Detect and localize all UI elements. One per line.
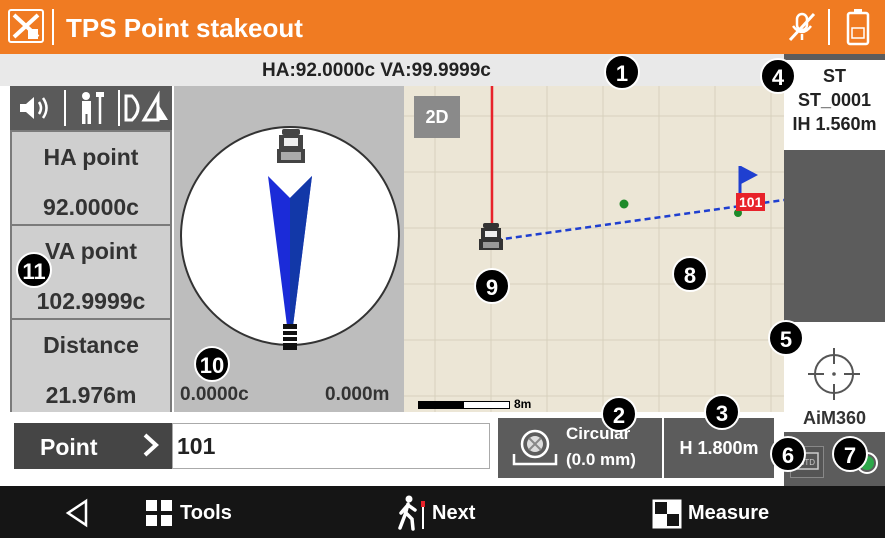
station-name: ST_0001	[797, 90, 872, 110]
callout-badge: 4	[760, 58, 796, 94]
callout-badge: 6	[770, 436, 806, 472]
callout-badge: 3	[704, 394, 740, 430]
tools-button[interactable]: Tools	[180, 502, 232, 525]
direction-arrow-icon	[262, 176, 318, 361]
point-label: Point	[40, 434, 98, 460]
battery-icon[interactable]	[846, 8, 870, 51]
tools-grid-icon[interactable]	[145, 499, 173, 532]
callout-badge: 10	[194, 346, 230, 382]
icon-divider	[118, 90, 120, 126]
surveyor-icon[interactable]	[72, 90, 112, 131]
distance-box: Distance 21.976m	[10, 318, 172, 414]
measure-button[interactable]: Measure	[688, 502, 769, 525]
chevron-right-icon	[142, 430, 160, 466]
callout-badge: 5	[768, 320, 804, 356]
target-point-label: 101	[736, 193, 766, 211]
aim360-label: AiM360	[802, 408, 867, 428]
title-separator	[828, 9, 830, 45]
total-station-icon	[276, 128, 306, 171]
compass-angle-readout: 0.0000c	[180, 384, 249, 405]
title-separator	[52, 9, 54, 45]
distance-label: Distance	[43, 332, 139, 358]
map-view[interactable]	[404, 86, 784, 412]
ha-point-value: 92.0000c	[43, 194, 139, 220]
station-label: ST	[822, 66, 846, 86]
callout-badge: 11	[16, 252, 52, 288]
va-point-value: 102.9999c	[36, 288, 146, 314]
icon-divider	[64, 90, 66, 126]
compass-distance-readout: 0.000m	[325, 384, 390, 405]
face-change-icon[interactable]	[124, 90, 170, 131]
walking-person-icon[interactable]	[395, 495, 429, 536]
callout-badge: 8	[672, 256, 708, 292]
point-select-button[interactable]: Point	[14, 423, 172, 469]
mic-muted-icon[interactable]	[786, 10, 820, 49]
ha-point-box: HA point 92.0000c	[10, 130, 172, 226]
next-button[interactable]: Next	[432, 502, 475, 525]
instrument-height: IH 1.560m	[792, 114, 877, 134]
speaker-icon[interactable]	[14, 92, 54, 129]
measure-icon[interactable]	[652, 499, 682, 534]
station-info-button[interactable]: ST ST_0001 IH 1.560m	[784, 60, 885, 150]
prism-type-button[interactable]: Circular (0.0 mm)	[498, 418, 662, 478]
callout-badge: 9	[474, 268, 510, 304]
callout-badge: 7	[832, 436, 868, 472]
callout-badge: 2	[601, 396, 637, 432]
page-title: TPS Point stakeout	[66, 13, 303, 43]
prism-offset-label: (0.0 mm)	[566, 450, 636, 469]
angle-readout: HA:92.0000c VA:99.9999c	[262, 60, 491, 81]
app-logo-icon[interactable]	[8, 9, 44, 43]
instrument-map-icon	[478, 222, 504, 257]
callout-badge: 1	[604, 54, 640, 90]
back-icon[interactable]	[62, 498, 92, 533]
scale-bar	[418, 401, 510, 409]
crosshair-icon	[806, 346, 862, 407]
ha-point-label: HA point	[43, 144, 139, 170]
point-input[interactable]: 101	[172, 423, 490, 469]
distance-value: 21.976m	[45, 382, 137, 408]
prism-icon	[510, 426, 560, 475]
view-mode-2d-button[interactable]: 2D	[414, 96, 460, 138]
scale-label: 8m	[514, 397, 532, 411]
